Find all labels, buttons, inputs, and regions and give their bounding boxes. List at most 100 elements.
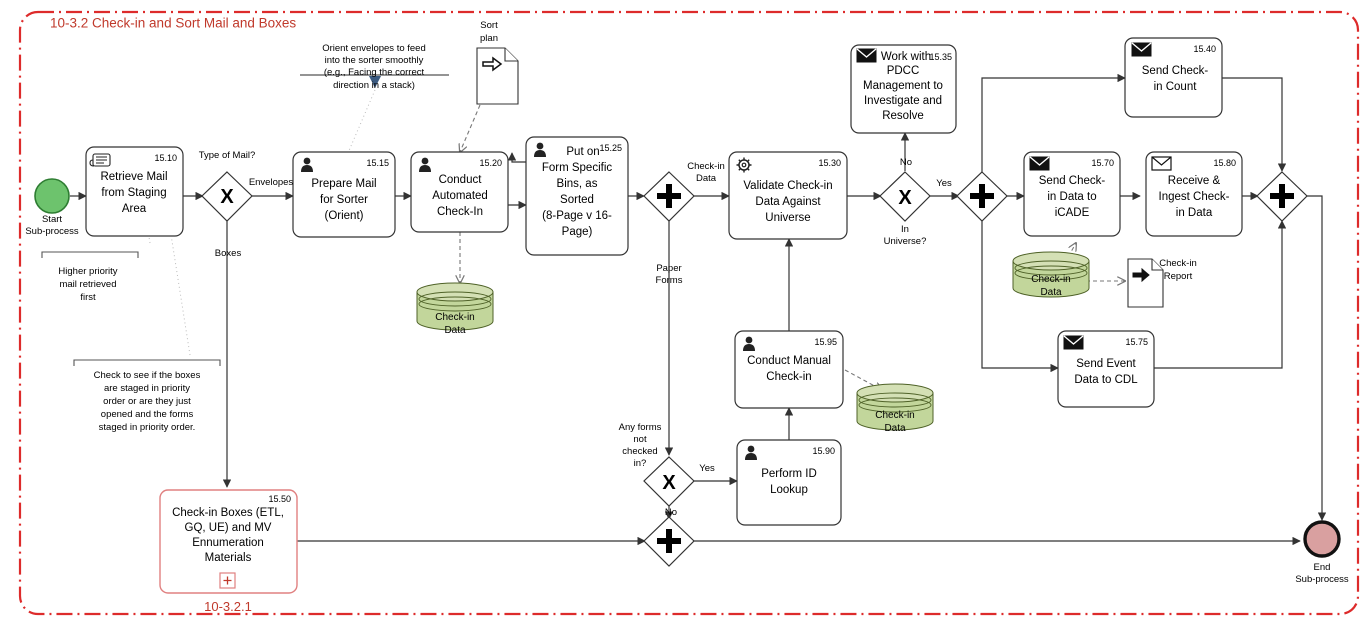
task-15-75[interactable]: 15.75 Send Event Data to CDL bbox=[1057, 330, 1155, 408]
gateway-parallel-join-right[interactable] bbox=[1256, 171, 1308, 222]
flow-label-yes-universe: Yes bbox=[936, 178, 952, 189]
task-15-35-label-5: Resolve bbox=[882, 110, 924, 122]
task-15-50-subprocess[interactable]: 15.50 Check-in Boxes (ETL, GQ, UE) and M… bbox=[159, 489, 298, 614]
task-15-50-number: 15.50 bbox=[268, 494, 291, 504]
task-15-90-label-1: Perform ID bbox=[761, 468, 817, 480]
bpmn-diagram-canvas: 10-3.2 Check-in and Sort Mail and Boxes bbox=[0, 0, 1372, 630]
task-15-25-label-6: Page) bbox=[562, 226, 593, 238]
task-15-50-label-2: GQ, UE) and MV bbox=[185, 522, 272, 534]
assoc-orientnote-to-1515 bbox=[344, 89, 376, 161]
task-15-15-label-2: for Sorter bbox=[320, 194, 368, 206]
xor-x-icon: X bbox=[220, 186, 234, 208]
boxes-staged-note-line-4: opened and the forms bbox=[101, 409, 194, 420]
task-15-75-number: 15.75 bbox=[1125, 337, 1148, 347]
flow-label-yes-anyforms: Yes bbox=[699, 463, 715, 474]
end-event[interactable]: End Sub-process bbox=[1295, 520, 1349, 585]
flow-1575-to-join bbox=[1154, 220, 1287, 369]
gateway-anyforms-label-2: not bbox=[633, 434, 647, 445]
task-15-25-label-1: Put on bbox=[566, 146, 599, 158]
xor-x-icon: X bbox=[898, 187, 912, 209]
task-15-90-label-2: Lookup bbox=[770, 484, 808, 496]
gateway-parallel-split-right[interactable] bbox=[956, 171, 1008, 222]
orient-note-line-3: (e.g., Facing the correct bbox=[324, 67, 425, 78]
task-15-50-label-4: Materials bbox=[205, 552, 252, 564]
checkin-data-store-3-label-2: Data bbox=[884, 423, 906, 434]
gateway-any-forms-not-checked-in[interactable]: X Any forms not checked in? bbox=[619, 422, 695, 507]
checkin-data-store-1-label-2: Data bbox=[444, 325, 466, 336]
task-15-70-number: 15.70 bbox=[1091, 158, 1114, 168]
xor-x-icon: X bbox=[662, 472, 676, 494]
task-15-25[interactable]: 15.25 Put on Form Specific Bins, as Sort… bbox=[525, 136, 629, 256]
task-15-15[interactable]: 15.15 Prepare Mail for Sorter (Orient) bbox=[292, 151, 396, 238]
task-15-30-label-2: Data Against bbox=[755, 196, 821, 208]
higher-priority-note: Higher priority mail retrieved first bbox=[41, 251, 139, 303]
gateway-anyforms-label-4: in? bbox=[634, 458, 647, 469]
higher-priority-note-line-3: first bbox=[80, 292, 96, 303]
task-15-10[interactable]: 15.10 Retrieve Mail from Staging Area bbox=[85, 146, 184, 237]
task-15-20-label-1: Conduct bbox=[439, 174, 483, 186]
task-15-25-label-2: Form Specific bbox=[542, 162, 613, 174]
task-15-30[interactable]: 15.30 Validate Check-in Data Against Uni… bbox=[728, 151, 848, 240]
task-15-15-label-3: (Orient) bbox=[325, 210, 364, 222]
boxes-staged-note-line-5: staged in priority order. bbox=[99, 422, 196, 433]
task-15-35-label-2: PDCC bbox=[887, 65, 920, 77]
task-15-25-number: 15.25 bbox=[599, 143, 622, 153]
flow-sortplan-loop-to-1520 bbox=[507, 152, 526, 163]
sort-plan-doc-label-2: plan bbox=[480, 33, 498, 44]
task-15-80[interactable]: 15.80 Receive & Ingest Check- in Data bbox=[1145, 151, 1243, 237]
task-15-70-label-1: Send Check- bbox=[1039, 175, 1106, 187]
subprocess-expand-plus-icon[interactable] bbox=[219, 572, 236, 589]
flow-label-paper-forms-2: Forms bbox=[656, 275, 683, 286]
task-15-10-label-2: from Staging bbox=[101, 187, 166, 199]
flow-label-no-universe: No bbox=[900, 157, 912, 168]
checkin-report-doc-label-2: Report bbox=[1164, 271, 1193, 282]
task-15-90[interactable]: 15.90 Perform ID Lookup bbox=[736, 439, 842, 526]
task-15-70-label-3: iCADE bbox=[1055, 207, 1090, 219]
gateway-type-of-mail-label: Type of Mail? bbox=[199, 150, 256, 161]
task-15-35-number: 15.35 bbox=[929, 52, 952, 62]
task-15-20[interactable]: 15.20 Conduct Automated Check-In bbox=[410, 151, 509, 233]
task-15-40[interactable]: 15.40 Send Check- in Count bbox=[1124, 37, 1223, 118]
task-15-25-label-4: Sorted bbox=[560, 194, 594, 206]
task-15-15-number: 15.15 bbox=[366, 158, 389, 168]
pool-title: 10-3.2 Check-in and Sort Mail and Boxes bbox=[50, 16, 296, 31]
boxes-staged-note: Check to see if the boxes are staged in … bbox=[73, 359, 221, 433]
gateway-anyforms-label-3: checked bbox=[622, 446, 657, 457]
task-15-70[interactable]: 15.70 Send Check- in Data to iCADE bbox=[1023, 151, 1121, 237]
task-15-10-label-1: Retrieve Mail bbox=[100, 171, 167, 183]
orient-note-line-1: Orient envelopes to feed bbox=[322, 43, 426, 54]
receive-task-envelope-icon bbox=[1151, 156, 1172, 171]
task-15-35-label-4: Investigate and bbox=[864, 95, 942, 107]
gateway-in-universe-label-1: In bbox=[901, 224, 909, 235]
task-15-10-number: 15.10 bbox=[154, 153, 177, 163]
checkin-data-store-2: Check-in Data bbox=[1012, 251, 1090, 298]
task-15-40-number: 15.40 bbox=[1193, 44, 1216, 54]
task-15-35[interactable]: 15.35 Work with PDCC Management to Inves… bbox=[850, 44, 957, 134]
task-15-50-label-3: Ennumeration bbox=[192, 537, 264, 549]
task-15-95[interactable]: 15.95 Conduct Manual Check-in bbox=[734, 330, 844, 409]
end-event-label-2: Sub-process bbox=[1295, 574, 1349, 585]
task-15-25-label-3: Bins, as bbox=[557, 178, 598, 190]
task-15-40-label-1: Send Check- bbox=[1142, 65, 1209, 77]
higher-priority-note-line-2: mail retrieved bbox=[59, 279, 116, 290]
task-15-95-label-2: Check-in bbox=[766, 371, 811, 383]
task-15-80-number: 15.80 bbox=[1213, 158, 1236, 168]
gateway-parallel-join-bottom[interactable] bbox=[643, 516, 695, 567]
assoc-sortplan-to-1520 bbox=[460, 104, 481, 152]
gateway-type-of-mail[interactable]: X Type of Mail? bbox=[199, 150, 256, 222]
gateway-split-checkin[interactable] bbox=[643, 171, 695, 222]
orient-note: Orient envelopes to feed into the sorter… bbox=[322, 43, 426, 91]
send-task-envelope-icon bbox=[1131, 42, 1152, 57]
higher-priority-note-line-1: Higher priority bbox=[58, 266, 117, 277]
task-15-50-subprocess-ref: 10-3.2.1 bbox=[204, 599, 252, 614]
sort-plan-doc: Sort plan bbox=[476, 20, 519, 105]
boxes-staged-note-line-3: order or are they just bbox=[103, 396, 191, 407]
gateway-in-universe-label-2: Universe? bbox=[884, 236, 927, 247]
gateway-anyforms-label-1: Any forms bbox=[619, 422, 662, 433]
checkin-report-doc: Check-in Report bbox=[1127, 258, 1197, 308]
orient-note-line-4: direction in a stack) bbox=[333, 80, 415, 91]
sort-plan-doc-label-1: Sort bbox=[480, 20, 498, 31]
checkin-data-store-1: Check-in Data bbox=[416, 282, 494, 336]
task-15-20-label-3: Check-In bbox=[437, 206, 483, 218]
start-event[interactable]: Start Sub-process bbox=[25, 178, 79, 237]
